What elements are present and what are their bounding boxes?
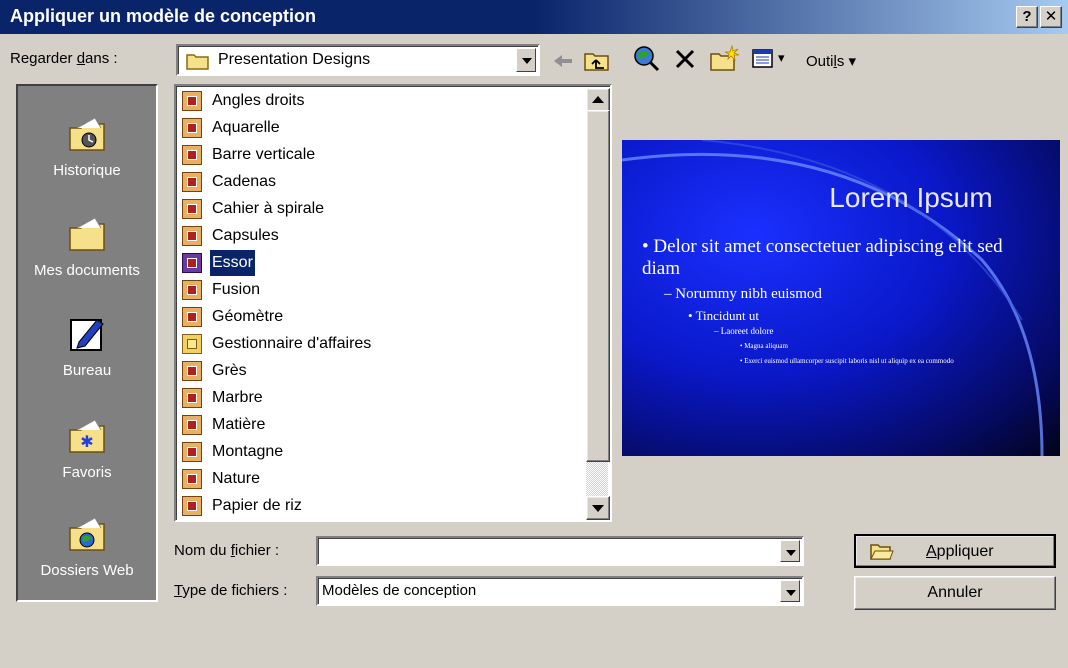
place-my-documents[interactable]: Mes documents <box>18 214 156 279</box>
svg-text:✱: ✱ <box>80 432 93 451</box>
design-template-icon <box>182 172 202 192</box>
design-template-icon <box>182 469 202 489</box>
preview-bullet: – Laoreet dolore <box>714 326 774 336</box>
look-in-value: Presentation Designs <box>218 51 371 68</box>
file-name-combo[interactable] <box>316 536 804 566</box>
scroll-down-button[interactable] <box>586 496 610 520</box>
design-template-icon <box>182 442 202 462</box>
preview-bullet: • Exerci euismod ullamcorper suscipit la… <box>740 357 954 365</box>
history-folder-icon <box>69 117 105 151</box>
place-desktop[interactable]: Bureau <box>18 314 156 379</box>
window-title: Appliquer un modèle de conception <box>10 6 317 26</box>
place-history[interactable]: Historique <box>18 114 156 179</box>
preview-title: Lorem Ipsum <box>829 182 993 213</box>
file-type-value: Modèles de conception <box>322 582 477 599</box>
open-folder-icon <box>870 544 894 560</box>
places-bar: Historique Mes documents Bureau ✱ Favori… <box>16 84 158 602</box>
scroll-thumb[interactable] <box>586 110 610 462</box>
help-button[interactable]: ? <box>1016 6 1038 28</box>
preview-bullet: • Delor sit amet consectetuer adipiscing… <box>642 236 1003 279</box>
file-list[interactable]: Angles droits Aquarelle Barre verticale … <box>174 84 612 522</box>
place-label: Mes documents <box>34 262 140 279</box>
place-label: Favoris <box>62 464 112 481</box>
look-in-combo[interactable]: Presentation Designs <box>176 44 540 76</box>
place-web-folders[interactable]: Dossiers Web <box>18 514 156 579</box>
file-type-label: Type de fichiers : <box>174 582 288 599</box>
design-template-icon <box>182 280 202 300</box>
cancel-button[interactable]: Annuler <box>854 576 1056 610</box>
file-name-label: Nom du fichier : <box>174 542 280 559</box>
design-template-icon <box>182 361 202 381</box>
design-template-icon <box>182 91 202 111</box>
design-template-icon <box>182 199 202 219</box>
title-bar: Appliquer un modèle de conception ? ✕ <box>0 0 1068 34</box>
apply-button-label: Appliquer <box>926 543 994 560</box>
file-list-scrollbar[interactable] <box>586 88 610 520</box>
design-template-icon <box>182 118 202 138</box>
design-template-icon <box>182 253 202 273</box>
design-template-icon <box>182 388 202 408</box>
search-web-icon[interactable] <box>632 44 660 72</box>
file-type-dropdown-arrow[interactable] <box>780 580 800 602</box>
tools-menu[interactable]: Outils ▾ <box>806 52 856 70</box>
file-type-combo[interactable]: Modèles de conception <box>316 576 804 606</box>
look-in-label: Regarder dans : <box>10 50 118 67</box>
folder-icon <box>182 334 202 354</box>
place-label: Bureau <box>62 362 112 379</box>
preview-bullet: – Norummy nibh euismod <box>664 286 822 302</box>
place-label: Dossiers Web <box>40 562 134 579</box>
design-template-icon <box>182 145 202 165</box>
design-template-icon <box>182 307 202 327</box>
place-favorites[interactable]: ✱ Favoris <box>18 416 156 481</box>
my-documents-folder-icon <box>69 217 105 251</box>
design-preview: Lorem Ipsum • Delor sit amet consectetue… <box>622 140 1060 456</box>
scroll-up-button[interactable] <box>586 88 610 112</box>
new-folder-icon[interactable] <box>710 44 740 72</box>
place-label: Historique <box>53 162 121 179</box>
look-in-dropdown-arrow[interactable] <box>516 48 536 72</box>
preview-bullet: • Tincidunt ut <box>688 308 760 323</box>
favorites-folder-icon: ✱ <box>69 419 105 453</box>
folder-icon <box>186 54 209 70</box>
back-arrow-icon[interactable] <box>552 52 574 70</box>
close-button[interactable]: ✕ <box>1040 6 1062 28</box>
preview-bullet: • Magna aliquam <box>740 342 788 350</box>
design-template-icon <box>182 226 202 246</box>
design-template-icon <box>182 415 202 435</box>
delete-icon[interactable] <box>674 48 696 70</box>
design-template-icon <box>182 496 202 516</box>
web-folders-icon <box>69 517 105 551</box>
desktop-icon <box>70 319 104 351</box>
file-name-dropdown-arrow[interactable] <box>780 540 800 562</box>
up-one-level-icon[interactable] <box>584 48 610 72</box>
views-icon[interactable] <box>752 48 774 70</box>
apply-button[interactable]: Appliquer <box>854 534 1056 568</box>
views-dropdown-arrow[interactable]: ▾ <box>778 50 785 66</box>
